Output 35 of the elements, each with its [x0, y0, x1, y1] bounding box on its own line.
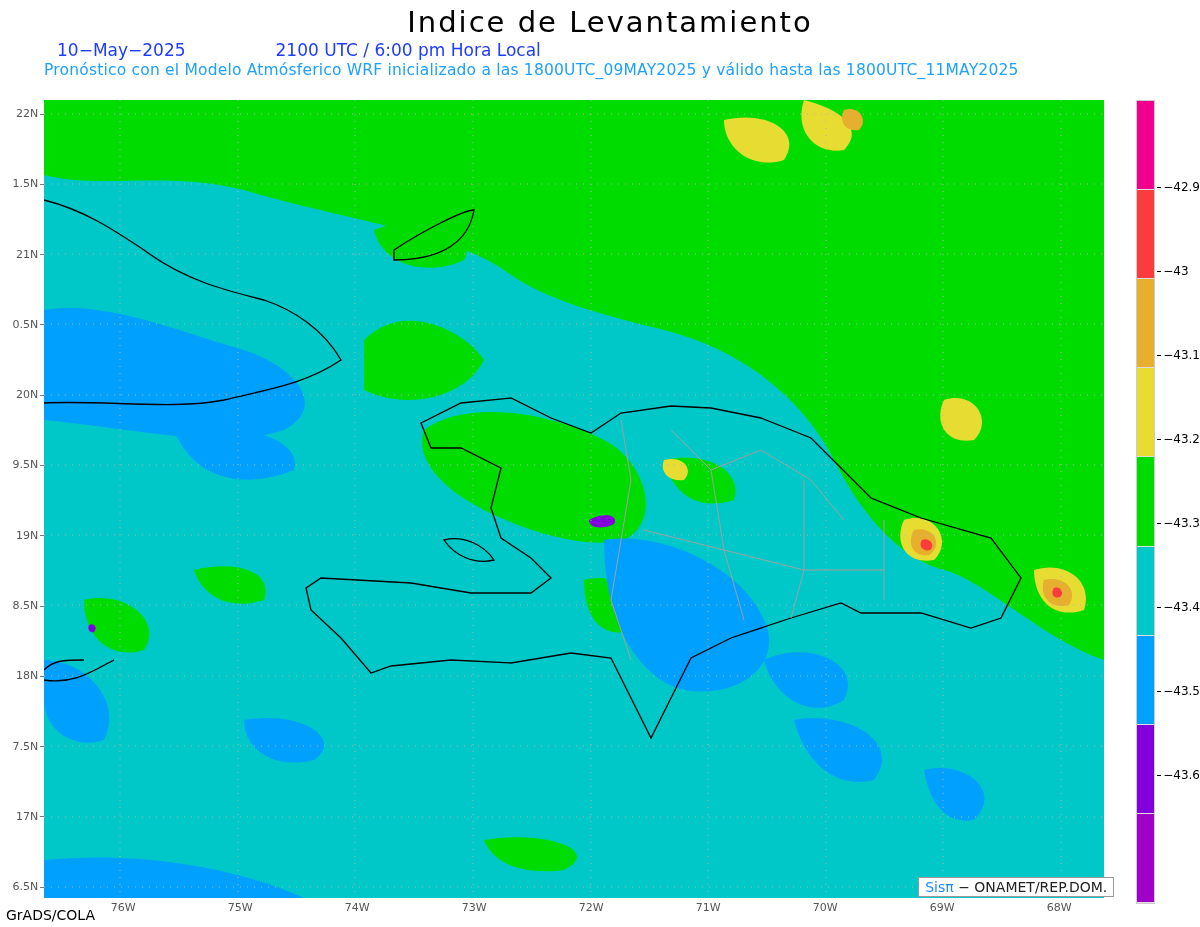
axis-label: 22N: [16, 107, 39, 121]
legend-label: −43.3: [1163, 516, 1200, 530]
forecast-date: 10−May−2025: [57, 40, 186, 60]
axis-label: 19N: [16, 528, 39, 543]
legend-label: −43.6: [1163, 768, 1200, 782]
axis-label: 17N: [16, 809, 39, 824]
legend-label: −43: [1163, 264, 1189, 278]
axis-label: 6.5N: [12, 880, 39, 895]
forecast-time: 2100 UTC / 6:00 pm Hora Local: [275, 40, 541, 60]
credit-label: Sisπ − ONAMET/REP.DOM.: [918, 877, 1115, 897]
axis-label: 71W: [694, 901, 722, 914]
chart-title: Indice de Levantamiento: [406, 4, 814, 40]
axis-label: 21N: [16, 247, 39, 262]
axis-label: 70W: [811, 901, 839, 914]
axis-label: 69W: [928, 901, 956, 914]
axis-label: 1.5N: [12, 177, 39, 192]
axis-label: 68W: [1045, 901, 1073, 914]
axis-label: 0.5N: [12, 317, 39, 332]
axis-label: 74W: [343, 901, 371, 914]
legend-label: −43.5: [1163, 684, 1200, 698]
axis-label: 18N: [16, 669, 39, 684]
software-label: GrADS/COLA: [6, 907, 96, 923]
axis-label: 20N: [16, 388, 39, 403]
forecast-subtitle: Pronóstico con el Modelo Atmósferico WRF inicializado a las 1800UTC_09MAY2025 y válido hasta las 1800UTC_11MAY2025: [43, 60, 1020, 80]
legend-label: −43.4: [1163, 600, 1200, 614]
axis-label: 72W: [577, 901, 605, 914]
axis-label: 76W: [109, 901, 137, 914]
legend-label: −42.9: [1163, 180, 1200, 194]
axis-label: 73W: [460, 901, 488, 914]
legend-label: −43.2: [1163, 432, 1200, 446]
axis-label: 75W: [226, 901, 254, 914]
axis-label: 8.5N: [12, 599, 39, 614]
axis-label: 9.5N: [12, 458, 39, 473]
legend-label: −43.1: [1163, 348, 1200, 362]
axis-label: 7.5N: [12, 739, 39, 754]
